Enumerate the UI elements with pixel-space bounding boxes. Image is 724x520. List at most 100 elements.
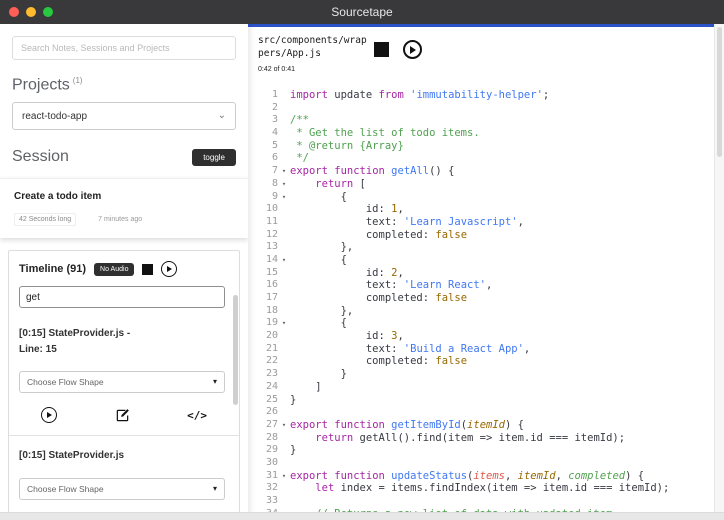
entry-label: [0:15] StateProvider.js [19, 448, 229, 464]
play-button[interactable] [403, 40, 422, 59]
timeline-header: Timeline (91) No Audio [19, 261, 229, 278]
code-text: completed: false [290, 228, 468, 241]
projects-heading: Projects (1) [12, 76, 236, 94]
code-text: completed: false [290, 292, 468, 304]
timeline-filter-input[interactable] [19, 286, 225, 309]
sidebar: Projects(1) react-todo-app ⌄ Session tog… [0, 24, 248, 520]
edit-button[interactable] [115, 408, 130, 423]
code-line: 17 completed: false [248, 292, 714, 305]
flow-shape-select-value: Choose Flow Shape [27, 483, 104, 494]
timeline-scrollbar[interactable] [233, 295, 238, 406]
line-number: 10 [265, 203, 278, 215]
toggle-button[interactable]: toggle [192, 148, 236, 166]
fold-gutter [278, 444, 290, 457]
code-text: ] [290, 380, 322, 393]
line-number: 12 [265, 228, 278, 240]
code-line: 8 ▾ return [ [248, 178, 714, 191]
code-line: 10 id: 1, [248, 203, 714, 216]
flow-shape-select[interactable]: Choose Flow Shape ▾ [19, 371, 225, 394]
code-button[interactable]: </> [187, 409, 207, 422]
code-line: 28 return getAll().find(item => item.id … [248, 432, 714, 445]
line-number: 4 [271, 127, 278, 139]
play-icon[interactable] [161, 261, 178, 278]
fold-arrow-icon[interactable]: ▾ [278, 317, 290, 330]
fold-gutter [278, 203, 290, 216]
line-number: 14 [265, 253, 278, 265]
entry-label-line1: [0:15] StateProvider.js [19, 450, 125, 462]
code-line: 9 ▾ { [248, 191, 714, 204]
window-title: Sourcetape [331, 5, 393, 19]
line-number: 28 [265, 431, 278, 443]
chevron-down-icon: ▾ [212, 377, 217, 387]
fold-gutter [278, 127, 290, 140]
line-number: 23 [265, 368, 278, 380]
code-text: }, [290, 304, 354, 317]
play-button[interactable] [41, 407, 57, 424]
close-window-button[interactable] [9, 7, 19, 17]
entry-label-line1: [0:15] StateProvider.js - [19, 328, 131, 340]
code-line: 23 } [248, 368, 714, 381]
code-line: 24 ] [248, 381, 714, 394]
code-editor[interactable]: 1 import update from 'immutability-helper… [248, 89, 714, 512]
fold-arrow-icon[interactable]: ▾ [278, 178, 290, 191]
editor-pane: src/components/wrap pers/App.js 0:42 of … [248, 24, 724, 520]
fold-arrow-icon[interactable]: ▾ [278, 470, 290, 483]
stop-icon[interactable] [142, 263, 154, 275]
fold-gutter [278, 330, 290, 343]
code-text: } [290, 444, 297, 457]
minimize-window-button[interactable] [26, 7, 36, 17]
line-number: 3 [271, 114, 278, 126]
line-number: 24 [265, 380, 278, 392]
flow-shape-select[interactable]: Choose Flow Shape ▾ [19, 477, 225, 500]
fold-arrow-icon[interactable]: ▾ [278, 191, 290, 204]
line-number: 6 [271, 152, 278, 164]
scrollbar-thumb[interactable] [717, 27, 722, 157]
code-text: export function getItemById(itemId) { [290, 418, 524, 431]
fold-gutter [278, 457, 290, 470]
vertical-scrollbar[interactable] [714, 24, 724, 520]
fold-gutter [278, 406, 290, 419]
search-input[interactable] [12, 36, 236, 60]
entry-label-line2: Line: 15 [19, 343, 57, 355]
fold-arrow-icon[interactable]: ▾ [278, 419, 290, 432]
code-line: 12 completed: false [248, 229, 714, 242]
fold-arrow-icon[interactable]: ▾ [278, 165, 290, 178]
code-line: 14 ▾ { [248, 254, 714, 267]
code-line: 2 [248, 102, 714, 115]
code-text: /** [290, 114, 309, 127]
code-text: export function getAll() { [290, 165, 455, 178]
fold-gutter [278, 355, 290, 368]
code-text: id: 2, [290, 266, 404, 279]
fold-gutter [278, 482, 290, 495]
code-text: return [ [315, 177, 366, 190]
code-text: let index = items.findIndex(item => item… [315, 482, 670, 495]
fold-gutter [278, 216, 290, 229]
fold-gutter [278, 267, 290, 280]
line-number: 33 [265, 495, 278, 506]
line-number: 1 [271, 89, 278, 100]
fold-arrow-icon[interactable]: ▾ [278, 254, 290, 267]
line-number: 18 [265, 304, 278, 316]
stop-button[interactable] [374, 42, 389, 57]
session-title: Create a todo item [14, 191, 102, 203]
line-number: 9 [271, 190, 278, 202]
line-number: 2 [271, 101, 278, 113]
session-card[interactable]: Create a todo item 42 Seconds long 7 min… [0, 178, 248, 239]
fold-gutter [278, 432, 290, 445]
session-header: Session toggle [12, 148, 236, 166]
project-select[interactable]: react-todo-app ⌄ [12, 102, 236, 131]
line-number: 11 [265, 215, 278, 227]
line-number: 31 [265, 469, 278, 481]
code-line: 13 }, [248, 241, 714, 254]
line-number: 29 [265, 444, 278, 456]
line-number: 32 [265, 482, 278, 494]
code-text: return getAll().find(item => item.id ===… [315, 431, 626, 444]
code-text: text: 'Learn React', [290, 279, 493, 292]
projects-label: Projects [12, 76, 70, 94]
zoom-window-button[interactable] [43, 7, 53, 17]
horizontal-scrollbar[interactable] [0, 512, 724, 520]
code-line: 4 * Get the list of todo items. [248, 127, 714, 140]
code-line: 18 }, [248, 305, 714, 318]
app-window: Sourcetape Projects(1) react-todo-app ⌄ … [0, 0, 724, 520]
titlebar: Sourcetape [0, 0, 724, 24]
